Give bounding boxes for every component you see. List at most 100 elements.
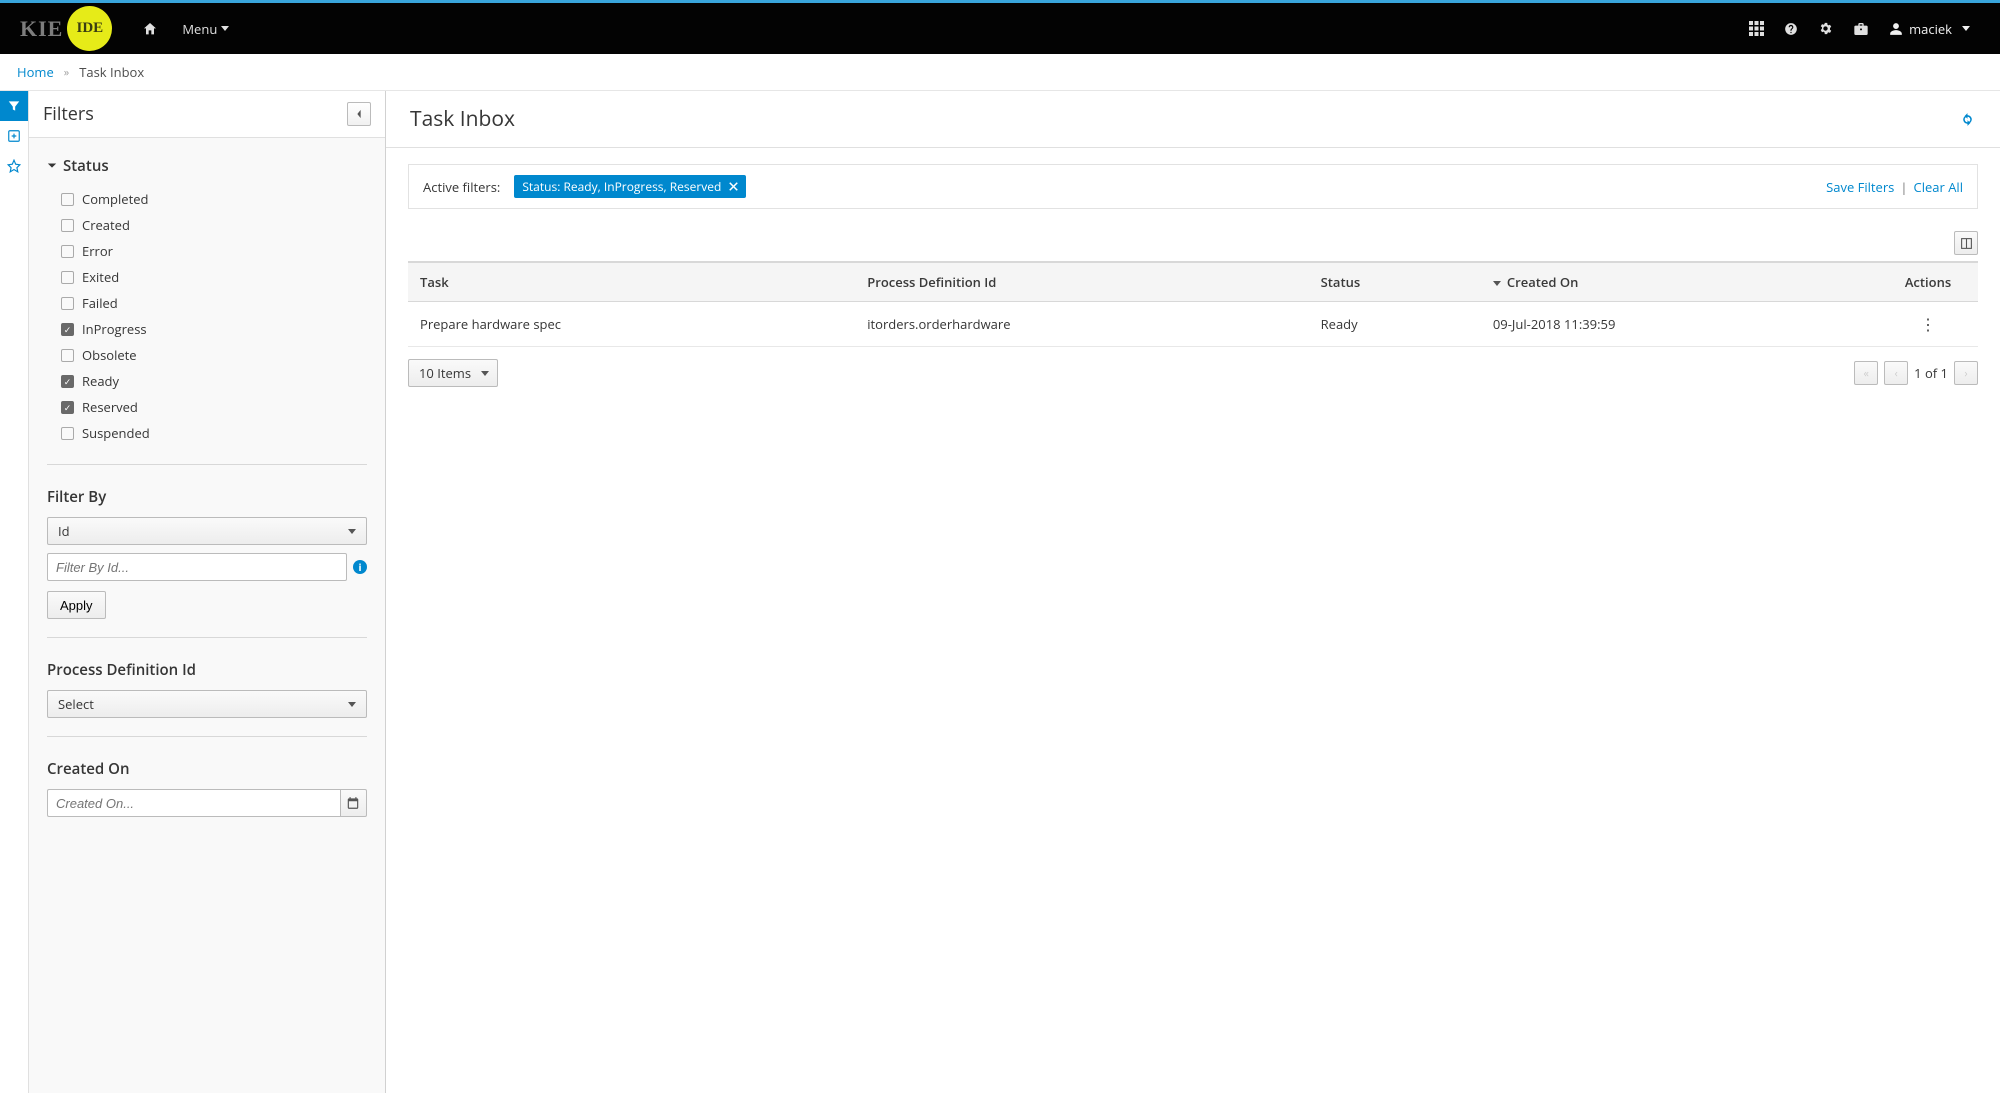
filter-icon — [7, 99, 21, 113]
process-def-select[interactable]: Select — [47, 690, 367, 718]
settings-button[interactable] — [1808, 3, 1843, 54]
save-filters-link[interactable]: Save Filters — [1826, 178, 1894, 196]
page-size-select[interactable]: 10 Items — [408, 359, 498, 387]
status-checkbox-reserved[interactable]: ✓ Reserved — [61, 394, 367, 420]
logo-text-kie: KIE — [20, 16, 63, 42]
status-label: Error — [82, 242, 113, 260]
briefcase-button[interactable] — [1843, 3, 1879, 54]
checkbox-icon: ✓ — [61, 401, 74, 414]
page-title: Task Inbox — [410, 105, 515, 133]
cell-process_def_id: itorders.orderhardware — [855, 302, 1308, 347]
status-label: Suspended — [82, 424, 150, 442]
breadcrumb-separator: » — [64, 65, 69, 80]
refresh-button[interactable] — [1959, 111, 1976, 128]
task-table: Task Process Definition Id Status Create… — [408, 261, 1978, 347]
apps-grid-button[interactable] — [1739, 3, 1774, 54]
apply-filter-button[interactable]: Apply — [47, 591, 106, 619]
status-checkbox-suspended[interactable]: Suspended — [61, 420, 367, 446]
status-checkbox-exited[interactable]: Exited — [61, 264, 367, 290]
column-toggle-button[interactable] — [1954, 231, 1978, 255]
process-def-heading: Process Definition Id — [47, 660, 367, 680]
user-menu[interactable]: maciek — [1879, 20, 1980, 38]
checkbox-icon — [61, 271, 74, 284]
status-label: Reserved — [82, 398, 138, 416]
collapse-panel-button[interactable] — [347, 102, 371, 126]
chevron-left-icon — [355, 109, 363, 119]
active-filters-bar: Active filters: Status: Ready, InProgres… — [408, 164, 1978, 209]
status-checkbox-ready[interactable]: ✓Ready — [61, 368, 367, 394]
process-def-selected: Select — [58, 695, 94, 713]
chevron-down-icon — [47, 161, 57, 171]
user-icon — [1889, 22, 1903, 36]
breadcrumb-home-link[interactable]: Home — [17, 63, 54, 81]
pager: « ‹ 1 of 1 › — [1854, 361, 1978, 385]
filter-section-status-toggle[interactable]: Status — [47, 156, 367, 176]
status-label: Exited — [82, 268, 119, 286]
row-actions-button[interactable]: ⋮ — [1920, 313, 1936, 335]
breadcrumb-current: Task Inbox — [79, 63, 144, 81]
home-button[interactable] — [130, 3, 170, 54]
clear-all-link[interactable]: Clear All — [1914, 178, 1963, 196]
col-process-def-id[interactable]: Process Definition Id — [855, 262, 1308, 302]
info-icon[interactable]: i — [353, 560, 367, 574]
logo[interactable]: KIE IDE — [20, 6, 112, 51]
help-button[interactable] — [1774, 3, 1808, 54]
remove-filter-button[interactable] — [729, 182, 738, 191]
page-prev-button[interactable]: ‹ — [1884, 361, 1908, 385]
checkbox-icon — [61, 219, 74, 232]
status-checkbox-obsolete[interactable]: Obsolete — [61, 342, 367, 368]
briefcase-icon — [1853, 21, 1869, 37]
filter-by-input[interactable] — [47, 553, 347, 581]
active-filter-chip: Status: Ready, InProgress, Reserved — [514, 175, 746, 198]
checkbox-icon — [61, 427, 74, 440]
chevron-down-icon — [481, 371, 489, 376]
home-icon — [142, 21, 158, 37]
gear-icon — [1818, 21, 1833, 36]
menu-label: Menu — [182, 20, 217, 38]
rail-tab-favorites[interactable] — [0, 151, 28, 181]
status-checkbox-completed[interactable]: Completed — [61, 186, 367, 212]
filter-by-select[interactable]: Id — [47, 517, 367, 545]
content-area: Task Inbox Active filters: Status: Ready… — [386, 91, 2000, 1093]
chevron-down-icon — [221, 26, 229, 31]
logo-badge-ide: IDE — [67, 6, 112, 51]
chevron-down-icon — [348, 702, 356, 707]
menu-dropdown[interactable]: Menu — [170, 3, 241, 54]
status-label: Obsolete — [82, 346, 137, 364]
status-checkbox-inprogress[interactable]: ✓InProgress — [61, 316, 367, 342]
app-header: KIE IDE Menu — [0, 3, 2000, 54]
filter-by-selected: Id — [58, 522, 70, 540]
status-checkbox-error[interactable]: Error — [61, 238, 367, 264]
status-checkbox-failed[interactable]: Failed — [61, 290, 367, 316]
status-label: Completed — [82, 190, 148, 208]
sort-desc-icon — [1493, 281, 1501, 286]
question-icon — [1784, 22, 1798, 36]
col-created-on[interactable]: Created On — [1481, 262, 1878, 302]
cell-task: Prepare hardware spec — [408, 302, 855, 347]
checkbox-icon: ✓ — [61, 375, 74, 388]
filter-by-heading: Filter By — [47, 487, 367, 507]
status-checkbox-created[interactable]: Created — [61, 212, 367, 238]
filter-chip-text: Status: Ready, InProgress, Reserved — [522, 178, 721, 195]
page-size-label: 10 Items — [419, 364, 471, 382]
page-first-button[interactable]: « — [1854, 361, 1878, 385]
date-picker-button[interactable] — [340, 789, 367, 817]
rail-tab-add[interactable] — [0, 121, 28, 151]
calendar-icon — [346, 796, 360, 810]
created-on-input[interactable] — [47, 789, 340, 817]
grid-icon — [1749, 21, 1764, 36]
status-label: InProgress — [82, 320, 147, 338]
page-next-button[interactable]: › — [1954, 361, 1978, 385]
rail-tab-filter[interactable] — [0, 91, 28, 121]
status-label: Failed — [82, 294, 118, 312]
columns-icon — [1960, 237, 1973, 250]
star-icon — [7, 159, 21, 173]
page-info: 1 of 1 — [1914, 364, 1948, 382]
sidebar-rail — [0, 91, 29, 1093]
checkbox-icon — [61, 349, 74, 362]
table-row[interactable]: Prepare hardware specitorders.orderhardw… — [408, 302, 1978, 347]
col-task[interactable]: Task — [408, 262, 855, 302]
col-status[interactable]: Status — [1309, 262, 1481, 302]
refresh-icon — [1959, 111, 1976, 128]
cell-actions: ⋮ — [1878, 302, 1978, 347]
